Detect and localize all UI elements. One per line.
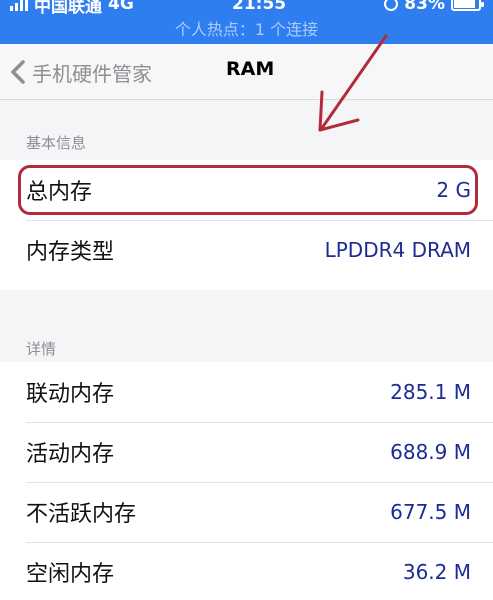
row-label: 不活跃内存: [26, 502, 137, 527]
details-group: 联动内存 285.1 M 活动内存 688.9 M 不活跃内存 677.5 M …: [0, 362, 493, 600]
row-inactive-memory: 不活跃内存 677.5 M: [0, 482, 493, 542]
row-value: 285.1 M: [390, 380, 471, 404]
hotspot-status[interactable]: 个人热点：1 个连接: [0, 16, 493, 40]
row-label: 空闲内存: [26, 562, 115, 587]
row-value: 677.5 M: [390, 500, 471, 524]
annotation-arrow-icon: [318, 34, 388, 132]
status-bar: 中国联通 4G 21:55 83% 个人热点：1 个连接: [0, 0, 493, 44]
row-value: 36.2 M: [402, 560, 471, 584]
back-button[interactable]: 手机硬件管家: [10, 54, 152, 90]
row-label: 联动内存: [26, 382, 115, 407]
status-row: 中国联通 4G 21:55 83%: [0, 0, 493, 17]
signal-icon: [10, 0, 28, 11]
status-time: 21:55: [231, 0, 287, 14]
row-label: 活动内存: [26, 442, 115, 467]
row-value: 688.9 M: [390, 440, 471, 464]
row-memory-type: 内存类型 LPDDR4 DRAM: [0, 220, 493, 280]
section-header-basic: 基本信息: [26, 134, 87, 152]
network-type: 4G: [108, 0, 134, 14]
annotation-highlight-box: [18, 165, 478, 215]
row-free-memory: 空闲内存 36.2 M: [0, 542, 493, 600]
row-label: 内存类型: [26, 240, 115, 265]
status-right: 83%: [384, 0, 484, 14]
page-title: RAM: [226, 58, 275, 80]
back-button-label: 手机硬件管家: [32, 61, 152, 86]
row-value: LPDDR4 DRAM: [324, 238, 471, 262]
alarm-icon: [384, 0, 399, 11]
battery-percent: 83%: [404, 0, 445, 14]
status-left: 中国联通 4G: [10, 0, 134, 17]
row-active-memory: 活动内存 688.9 M: [0, 422, 493, 482]
battery-icon: [451, 0, 484, 11]
row-wired-memory: 联动内存 285.1 M: [0, 362, 493, 422]
section-header-details: 详情: [26, 340, 57, 358]
nav-bar: 手机硬件管家 RAM: [0, 44, 493, 100]
chevron-left-icon: [11, 60, 25, 84]
carrier-name: 中国联通: [34, 0, 102, 17]
